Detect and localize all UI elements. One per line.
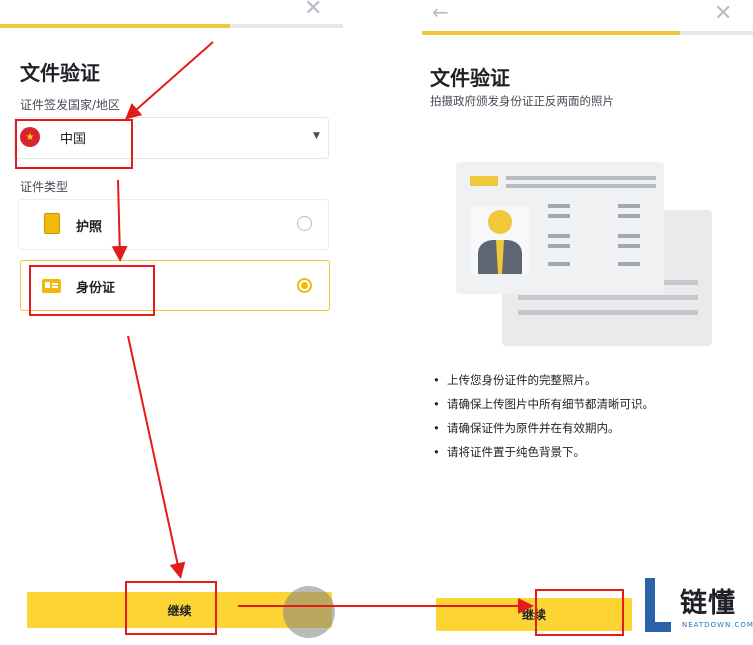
annotation-box [125,581,217,635]
caret-down-icon: ▼ [313,131,320,141]
tip-item: 上传您身份证件的完整照片。 [432,372,654,396]
annotation-arrow [125,41,214,120]
tip-item: 请将证件置于纯色背景下。 [432,444,654,468]
back-arrow-icon[interactable]: ← [432,2,449,22]
annotation-box [15,119,133,169]
page-title: 文件验证 [20,61,100,85]
tip-item: 请确保证件为原件并在有效期内。 [432,420,654,444]
tip-item: 请确保上传图片中所有细节都清晰可识。 [432,396,654,420]
id-card-illustration-icon [456,162,712,346]
right-progress-fill [422,31,681,35]
watermark-title: 链懂 [680,588,736,619]
option-passport[interactable] [18,199,329,250]
page-title: 文件验证 [430,66,510,90]
tips-list: 上传您身份证件的完整照片。 请确保上传图片中所有细节都清晰可识。 请确保证件为原… [432,372,654,468]
radio-unselected[interactable] [297,216,312,231]
document-type-label: 证件类型 [20,180,69,194]
passport-icon [44,213,60,234]
annotation-box [29,265,155,316]
close-icon[interactable]: ✕ [714,3,732,25]
watermark-subtitle: NEATDOWN.COM [682,621,753,629]
annotation-arrow [127,335,186,579]
close-icon[interactable]: ✕ [304,0,322,20]
option-label: 护照 [76,220,103,235]
watermark-logo-icon [645,578,671,632]
left-progress-fill [0,24,230,28]
radio-selected[interactable] [297,278,312,293]
country-label: 证件签发国家/地区 [20,98,121,112]
page-subtitle: 拍摄政府颁发身份证正反两面的照片 [430,94,614,108]
annotation-box [535,589,624,636]
touch-indicator [283,586,335,638]
